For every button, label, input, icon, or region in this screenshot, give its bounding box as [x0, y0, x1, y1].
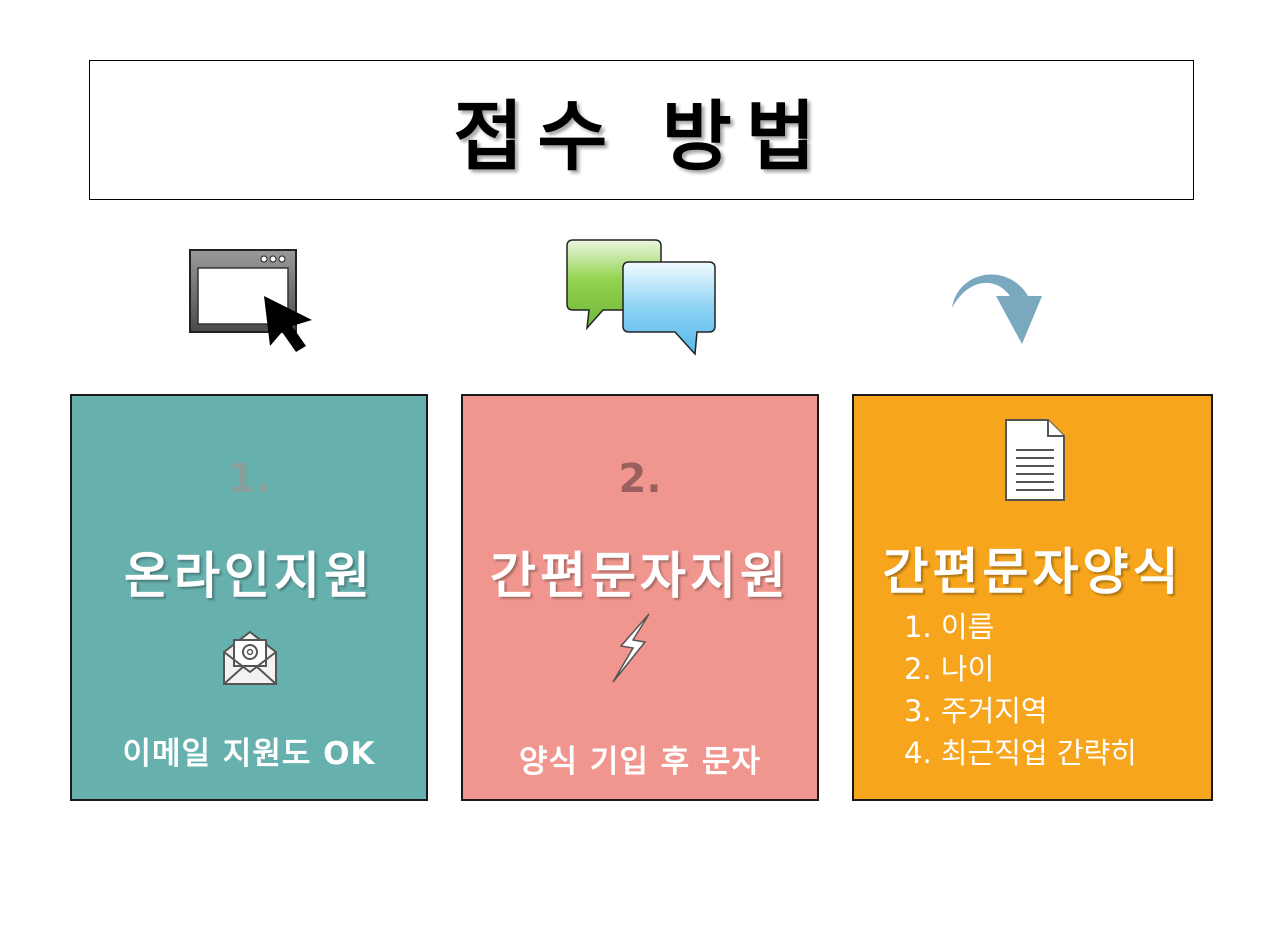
browser-window-click-icon	[188, 248, 318, 354]
list-item: 1. 이름	[904, 610, 995, 644]
card-online-apply: 1. 온라인지원 이메일 지원도 OK	[70, 394, 428, 801]
card-sms-form: 간편문자양식 1. 이름 2. 나이 3. 주거지역 4. 최근직업 간략히	[852, 394, 1213, 801]
card-number: 2.	[618, 456, 662, 502]
list-item: 2. 나이	[904, 652, 995, 686]
title-box: 접수 방법	[89, 60, 1194, 200]
card-title: 간편문자양식	[882, 543, 1183, 601]
card-title: 온라인지원	[124, 547, 374, 605]
list-item: 4. 최근직업 간략히	[904, 736, 1137, 770]
document-icon	[1002, 418, 1068, 502]
lightning-icon	[609, 612, 653, 684]
page-title: 접수 방법	[453, 92, 830, 181]
form-field-list: 1. 이름 2. 나이 3. 주거지역 4. 최근직업 간략히	[904, 606, 1137, 774]
email-icon	[220, 628, 280, 688]
card-sms-apply: 2. 간편문자지원 양식 기입 후 문자	[461, 394, 819, 801]
chat-bubbles-icon	[565, 238, 720, 358]
card-title: 간편문자지원	[490, 547, 790, 605]
card-subtitle: 양식 기입 후 문자	[518, 744, 762, 780]
card-subtitle: 이메일 지원도 OK	[122, 736, 376, 772]
card-number: 1.	[227, 456, 271, 502]
page: 접수 방법 1. 온라인지원 이메일 지원도 OK 2. 간편문자지원 양식 기…	[0, 0, 1280, 945]
list-item: 3. 주거지역	[904, 694, 1048, 728]
curved-arrow-down-icon	[948, 262, 1063, 350]
